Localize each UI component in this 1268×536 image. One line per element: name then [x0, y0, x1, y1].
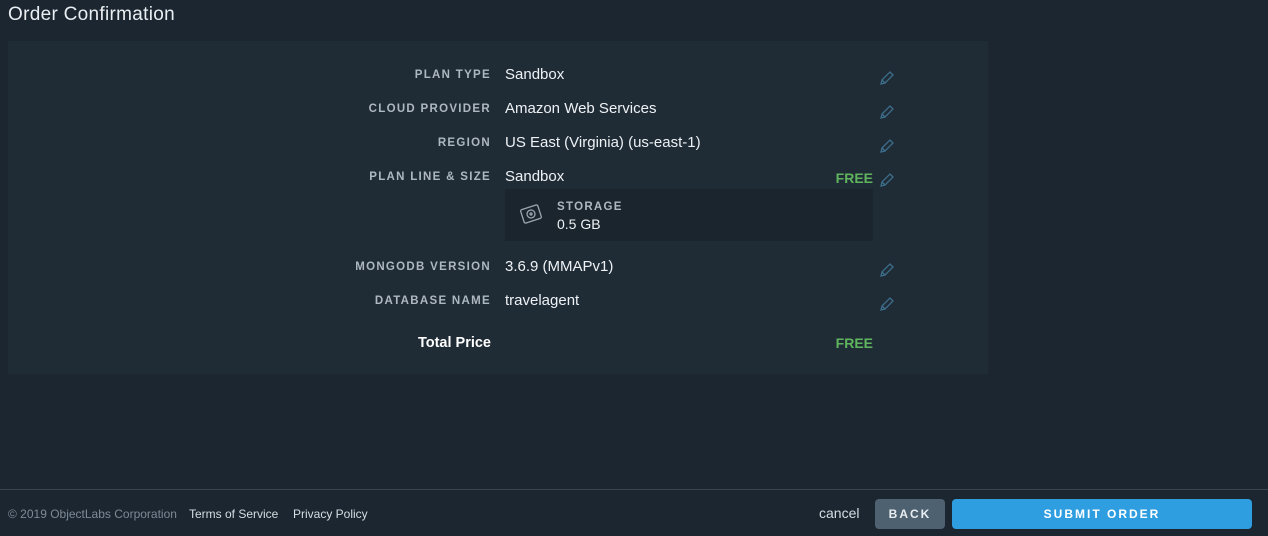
- edit-database-name-icon[interactable]: [879, 296, 895, 312]
- storage-label: STORAGE: [557, 201, 623, 213]
- edit-region-icon[interactable]: [879, 138, 895, 154]
- edit-cloud-provider-icon[interactable]: [879, 104, 895, 120]
- plan-line-value: Sandbox: [505, 168, 565, 185]
- storage-value: 0.5 GB: [557, 216, 601, 232]
- submit-order-button[interactable]: SUBMIT ORDER: [952, 499, 1252, 529]
- cloud-provider-label: CLOUD PROVIDER: [368, 103, 491, 115]
- edit-plan-line-icon[interactable]: [879, 172, 895, 188]
- cloud-provider-value: Amazon Web Services: [505, 100, 657, 117]
- mongodb-version-value: 3.6.9 (MMAPv1): [505, 258, 614, 275]
- cloud-provider-row: CLOUD PROVIDER Amazon Web Services: [8, 100, 988, 127]
- plan-type-label: PLAN TYPE: [414, 69, 491, 81]
- region-value: US East (Virginia) (us-east-1): [505, 134, 701, 151]
- storage-box: STORAGE 0.5 GB: [505, 189, 873, 241]
- database-name-value: travelagent: [505, 292, 580, 309]
- plan-line-label: PLAN LINE & SIZE: [369, 171, 491, 183]
- edit-mongodb-version-icon[interactable]: [879, 262, 895, 278]
- page-title: Order Confirmation: [8, 4, 175, 25]
- mongodb-version-label: MONGODB VERSION: [355, 261, 491, 273]
- region-row: REGION US East (Virginia) (us-east-1): [8, 134, 988, 161]
- region-label: REGION: [437, 137, 491, 149]
- back-button[interactable]: BACK: [875, 499, 945, 529]
- privacy-policy-link[interactable]: Privacy Policy: [293, 507, 368, 521]
- total-price-row: Total Price FREE: [8, 334, 988, 360]
- total-price-value: FREE: [835, 335, 873, 351]
- footer: © 2019 ObjectLabs Corporation Terms of S…: [0, 489, 1268, 536]
- disk-icon: [519, 203, 543, 225]
- plan-type-value: Sandbox: [505, 66, 565, 83]
- plan-line-price: FREE: [835, 170, 873, 186]
- copyright: © 2019 ObjectLabs Corporation: [8, 507, 177, 521]
- terms-of-service-link[interactable]: Terms of Service: [189, 507, 278, 521]
- order-summary-panel: PLAN TYPE Sandbox CLOUD PROVIDER Amazon …: [8, 41, 988, 374]
- total-price-label: Total Price: [417, 335, 491, 351]
- edit-plan-type-icon[interactable]: [879, 70, 895, 86]
- database-name-row: DATABASE NAME travelagent: [8, 292, 988, 319]
- database-name-label: DATABASE NAME: [374, 295, 491, 307]
- cancel-link[interactable]: cancel: [819, 505, 859, 521]
- plan-type-row: PLAN TYPE Sandbox: [8, 66, 988, 93]
- mongodb-version-row: MONGODB VERSION 3.6.9 (MMAPv1): [8, 258, 988, 285]
